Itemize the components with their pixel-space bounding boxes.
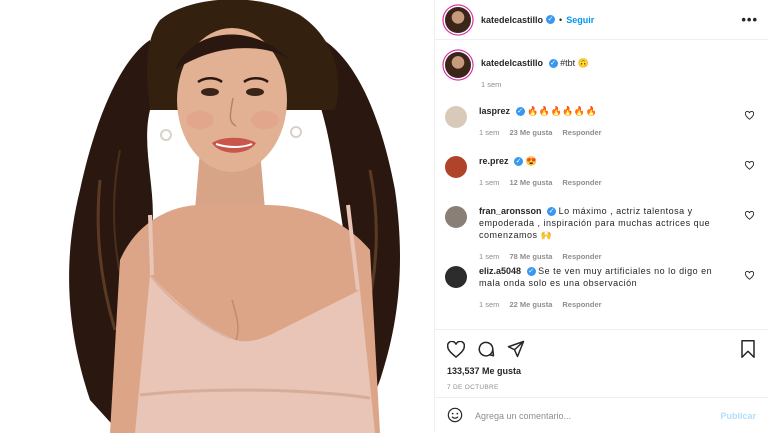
instagram-post: katedelcastillo ✓ • Seguir ••• katedelca… bbox=[0, 0, 768, 433]
comment-meta: 1 sem 12 Me gusta Responder bbox=[479, 177, 736, 189]
caption-time[interactable]: 1 sem bbox=[481, 79, 501, 91]
post-header: katedelcastillo ✓ • Seguir ••• bbox=[435, 0, 768, 40]
more-options-icon[interactable]: ••• bbox=[741, 12, 758, 27]
publish-button[interactable]: Publicar bbox=[720, 411, 756, 421]
caption: katedelcastillo ✓ #tbt 🙃 1 sem bbox=[445, 52, 756, 91]
comment-meta: 1 sem 23 Me gusta Responder bbox=[479, 127, 736, 139]
comment-like-heart-icon[interactable] bbox=[744, 161, 755, 173]
comment-body: re.prez ✓ 😍 1 sem 12 Me gusta Responder bbox=[479, 155, 756, 205]
emoji-icon[interactable] bbox=[447, 407, 463, 425]
author-avatar[interactable] bbox=[445, 6, 471, 33]
comment-time[interactable]: 1 sem bbox=[479, 177, 499, 189]
commenter-avatar[interactable] bbox=[445, 206, 467, 228]
post-photo[interactable] bbox=[0, 0, 434, 433]
comment-likes[interactable]: 78 Me gusta bbox=[509, 251, 552, 263]
reply-button[interactable]: Responder bbox=[562, 251, 601, 263]
reply-button[interactable]: Responder bbox=[562, 299, 601, 311]
verified-badge-icon: ✓ bbox=[547, 207, 557, 217]
action-icons bbox=[447, 338, 756, 360]
comment-row: lasprez ✓ 🔥🔥🔥🔥🔥🔥 1 sem 23 Me gusta Responde… bbox=[445, 105, 756, 155]
heart-icon[interactable] bbox=[447, 340, 465, 358]
header-separator: • bbox=[559, 14, 563, 25]
likes-count[interactable]: 133,537 Me gusta bbox=[447, 366, 756, 376]
comment-time[interactable]: 1 sem bbox=[479, 299, 499, 311]
reply-button[interactable]: Responder bbox=[562, 177, 601, 189]
comment-likes[interactable]: 22 Me gusta bbox=[509, 299, 552, 311]
share-icon[interactable] bbox=[507, 340, 525, 358]
comment-like-heart-icon[interactable] bbox=[744, 271, 755, 283]
comment-body: lasprez ✓ 🔥🔥🔥🔥🔥🔥 1 sem 23 Me gusta Responde… bbox=[479, 105, 756, 155]
comment-rows: lasprez ✓ 🔥🔥🔥🔥🔥🔥 1 sem 23 Me gusta Responde… bbox=[445, 105, 756, 325]
comment-username[interactable]: re.prez bbox=[479, 156, 509, 166]
follow-button[interactable]: Seguir bbox=[566, 15, 594, 25]
comment-like-heart-icon[interactable] bbox=[744, 111, 755, 123]
caption-meta: 1 sem bbox=[481, 79, 736, 91]
comment-row: re.prez ✓ 😍 1 sem 12 Me gusta Responder bbox=[445, 155, 756, 205]
comment-text: 🔥🔥🔥🔥🔥🔥 bbox=[527, 106, 598, 116]
comment-input[interactable] bbox=[475, 410, 721, 421]
caption-username[interactable]: katedelcastillo bbox=[481, 58, 543, 68]
verified-badge-icon: ✓ bbox=[515, 107, 525, 117]
caption-text: #tbt 🙃 bbox=[560, 58, 589, 68]
verified-badge-icon: ✓ bbox=[546, 15, 556, 24]
comment-username[interactable]: eliz.a5048 bbox=[479, 266, 521, 276]
comments-list[interactable]: katedelcastillo ✓ #tbt 🙃 1 sem lasprez ✓… bbox=[435, 40, 768, 329]
commenter-avatar[interactable] bbox=[445, 106, 467, 128]
comment-icon[interactable] bbox=[477, 340, 495, 358]
comment-body: fran_aronsson ✓ Lo máximo , actriz talen… bbox=[479, 205, 756, 265]
comment-row: eliz.a5048 ✓ Se te ven muy artificiales … bbox=[445, 265, 756, 325]
comment-like-heart-icon[interactable] bbox=[744, 211, 755, 223]
action-bar: 133,537 Me gusta 7 DE OCTUBRE bbox=[435, 329, 768, 397]
comment-meta: 1 sem 22 Me gusta Responder bbox=[479, 299, 736, 311]
author-username[interactable]: katedelcastillo bbox=[481, 15, 543, 25]
commenter-avatar[interactable] bbox=[445, 266, 467, 288]
comment-time[interactable]: 1 sem bbox=[479, 127, 499, 139]
verified-badge-icon: ✓ bbox=[548, 59, 558, 69]
post-date[interactable]: 7 DE OCTUBRE bbox=[447, 384, 756, 391]
comment-row: fran_aronsson ✓ Lo máximo , actriz talen… bbox=[445, 205, 756, 265]
comment-username[interactable]: fran_aronsson bbox=[479, 206, 542, 216]
comment-composer: Publicar bbox=[435, 397, 768, 433]
reply-button[interactable]: Responder bbox=[562, 127, 601, 139]
caption-body: katedelcastillo ✓ #tbt 🙃 1 sem bbox=[481, 52, 756, 91]
comment-likes[interactable]: 12 Me gusta bbox=[509, 177, 552, 189]
bookmark-icon[interactable] bbox=[740, 340, 756, 358]
verified-badge-icon: ✓ bbox=[526, 267, 536, 277]
commenter-avatar[interactable] bbox=[445, 156, 467, 178]
comment-likes[interactable]: 23 Me gusta bbox=[509, 127, 552, 139]
comment-time[interactable]: 1 sem bbox=[479, 251, 499, 263]
portrait-illustration bbox=[0, 0, 434, 433]
post-side-panel: katedelcastillo ✓ • Seguir ••• katedelca… bbox=[434, 0, 768, 433]
comment-username[interactable]: lasprez bbox=[479, 106, 510, 116]
verified-badge-icon: ✓ bbox=[514, 157, 524, 167]
caption-avatar[interactable] bbox=[445, 52, 471, 78]
comment-body: eliz.a5048 ✓ Se te ven muy artificiales … bbox=[479, 265, 756, 325]
comment-text: 😍 bbox=[525, 156, 538, 166]
comment-meta: 1 sem 78 Me gusta Responder bbox=[479, 251, 736, 263]
